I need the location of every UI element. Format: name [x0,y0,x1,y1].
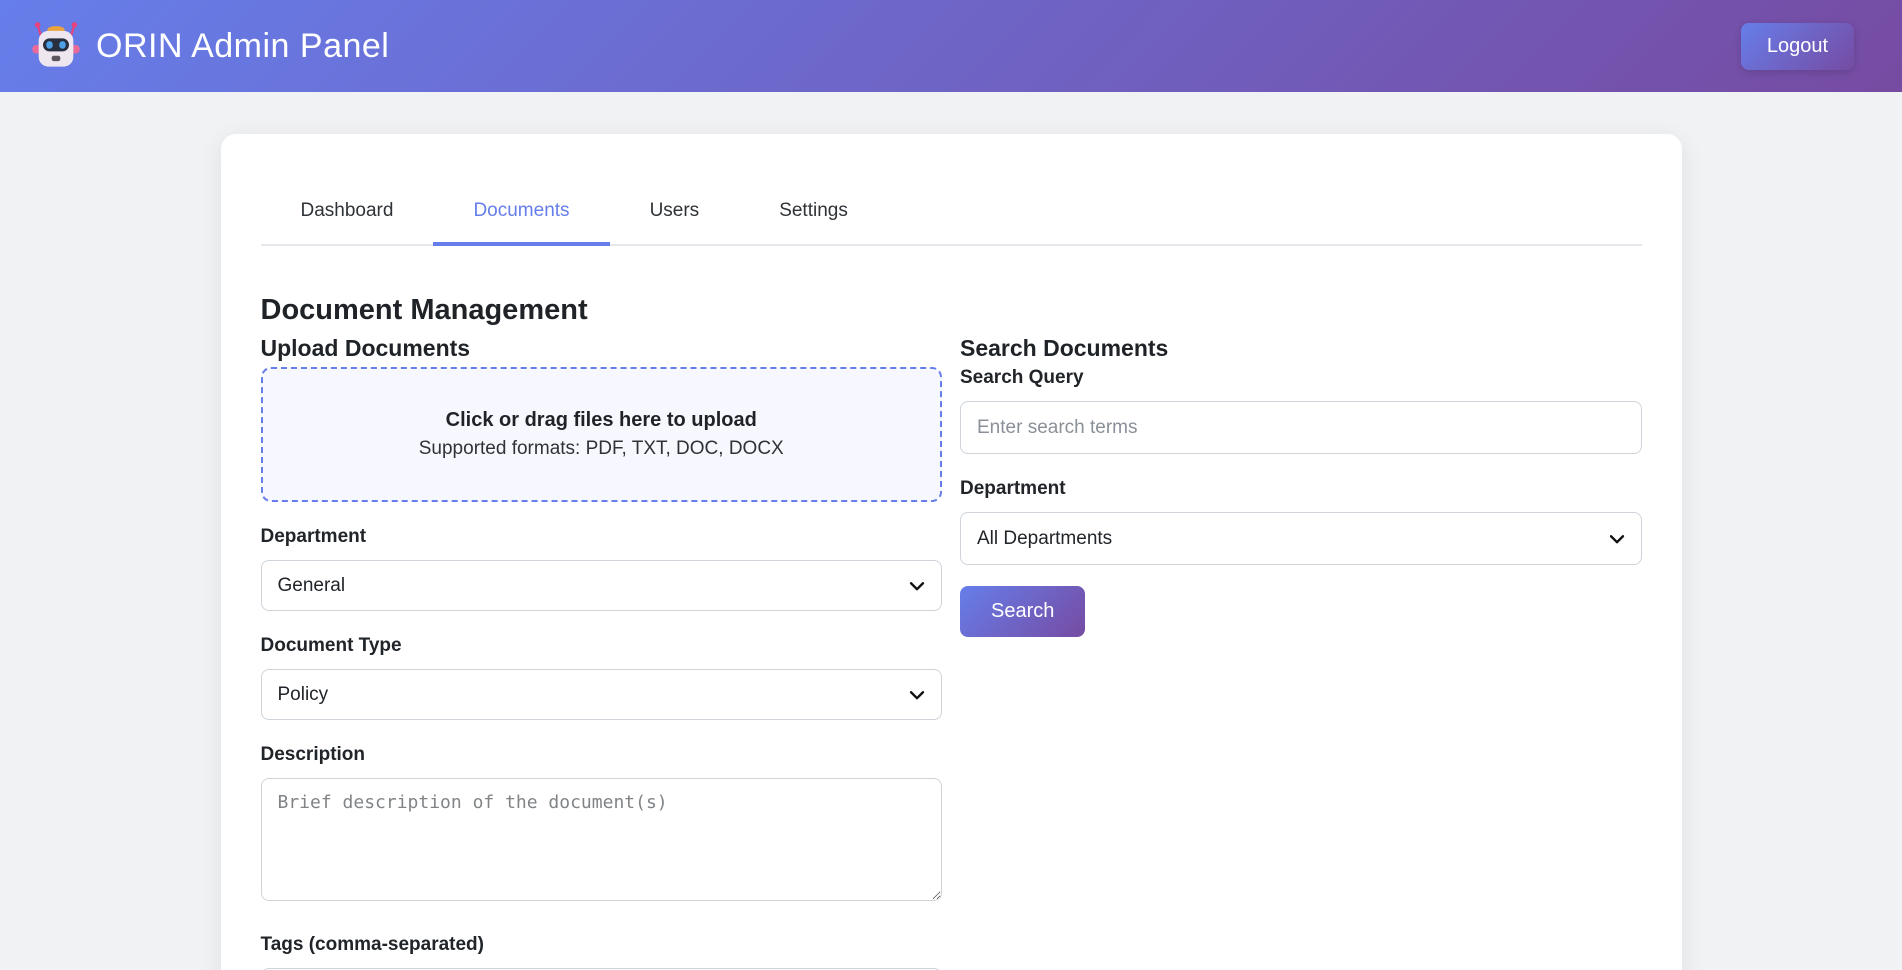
search-department-select-wrap: All Departments [960,512,1642,565]
search-query-input[interactable] [960,401,1642,454]
upload-department-select-wrap: General [261,560,943,611]
search-department-select[interactable]: All Departments [960,512,1642,565]
description-group: Description [261,744,943,906]
search-department-label: Department [960,478,1642,500]
upload-department-label: Department [261,526,943,548]
document-type-label: Document Type [261,635,943,657]
upload-department-select[interactable]: General [261,560,943,611]
search-department-group: Department All Departments [960,478,1642,565]
tab-bar: Dashboard Documents Users Settings [261,180,1642,246]
search-section: Search Documents Search Query Department… [960,335,1642,970]
tab-settings[interactable]: Settings [739,180,888,246]
upload-heading: Upload Documents [261,335,943,362]
file-dropzone[interactable]: Click or drag files here to upload Suppo… [261,367,943,502]
robot-logo-icon [30,20,82,72]
upload-department-group: Department General [261,526,943,611]
app-title: ORIN Admin Panel [96,27,389,66]
document-type-group: Document Type Policy [261,635,943,720]
dropzone-title: Click or drag files here to upload [446,409,757,432]
dropzone-subtitle: Supported formats: PDF, TXT, DOC, DOCX [419,438,784,460]
main-card: Dashboard Documents Users Settings Docum… [221,134,1682,970]
search-query-group: Search Query [960,367,1642,454]
search-query-label: Search Query [960,367,1642,389]
tags-label: Tags (comma-separated) [261,934,943,956]
upload-section: Upload Documents Click or drag files her… [261,335,943,970]
document-type-select-wrap: Policy [261,669,943,720]
logout-button[interactable]: Logout [1741,23,1854,70]
description-label: Description [261,744,943,766]
search-heading: Search Documents [960,335,1642,362]
tags-group: Tags (comma-separated) [261,934,943,970]
content-columns: Upload Documents Click or drag files her… [261,335,1642,970]
tab-documents[interactable]: Documents [433,180,609,246]
tab-dashboard[interactable]: Dashboard [261,180,434,246]
description-textarea[interactable] [261,778,943,901]
app-header: ORIN Admin Panel Logout [0,0,1902,92]
search-button[interactable]: Search [960,586,1085,637]
page-title: Document Management [261,294,1642,327]
tab-users[interactable]: Users [610,180,740,246]
document-type-select[interactable]: Policy [261,669,943,720]
